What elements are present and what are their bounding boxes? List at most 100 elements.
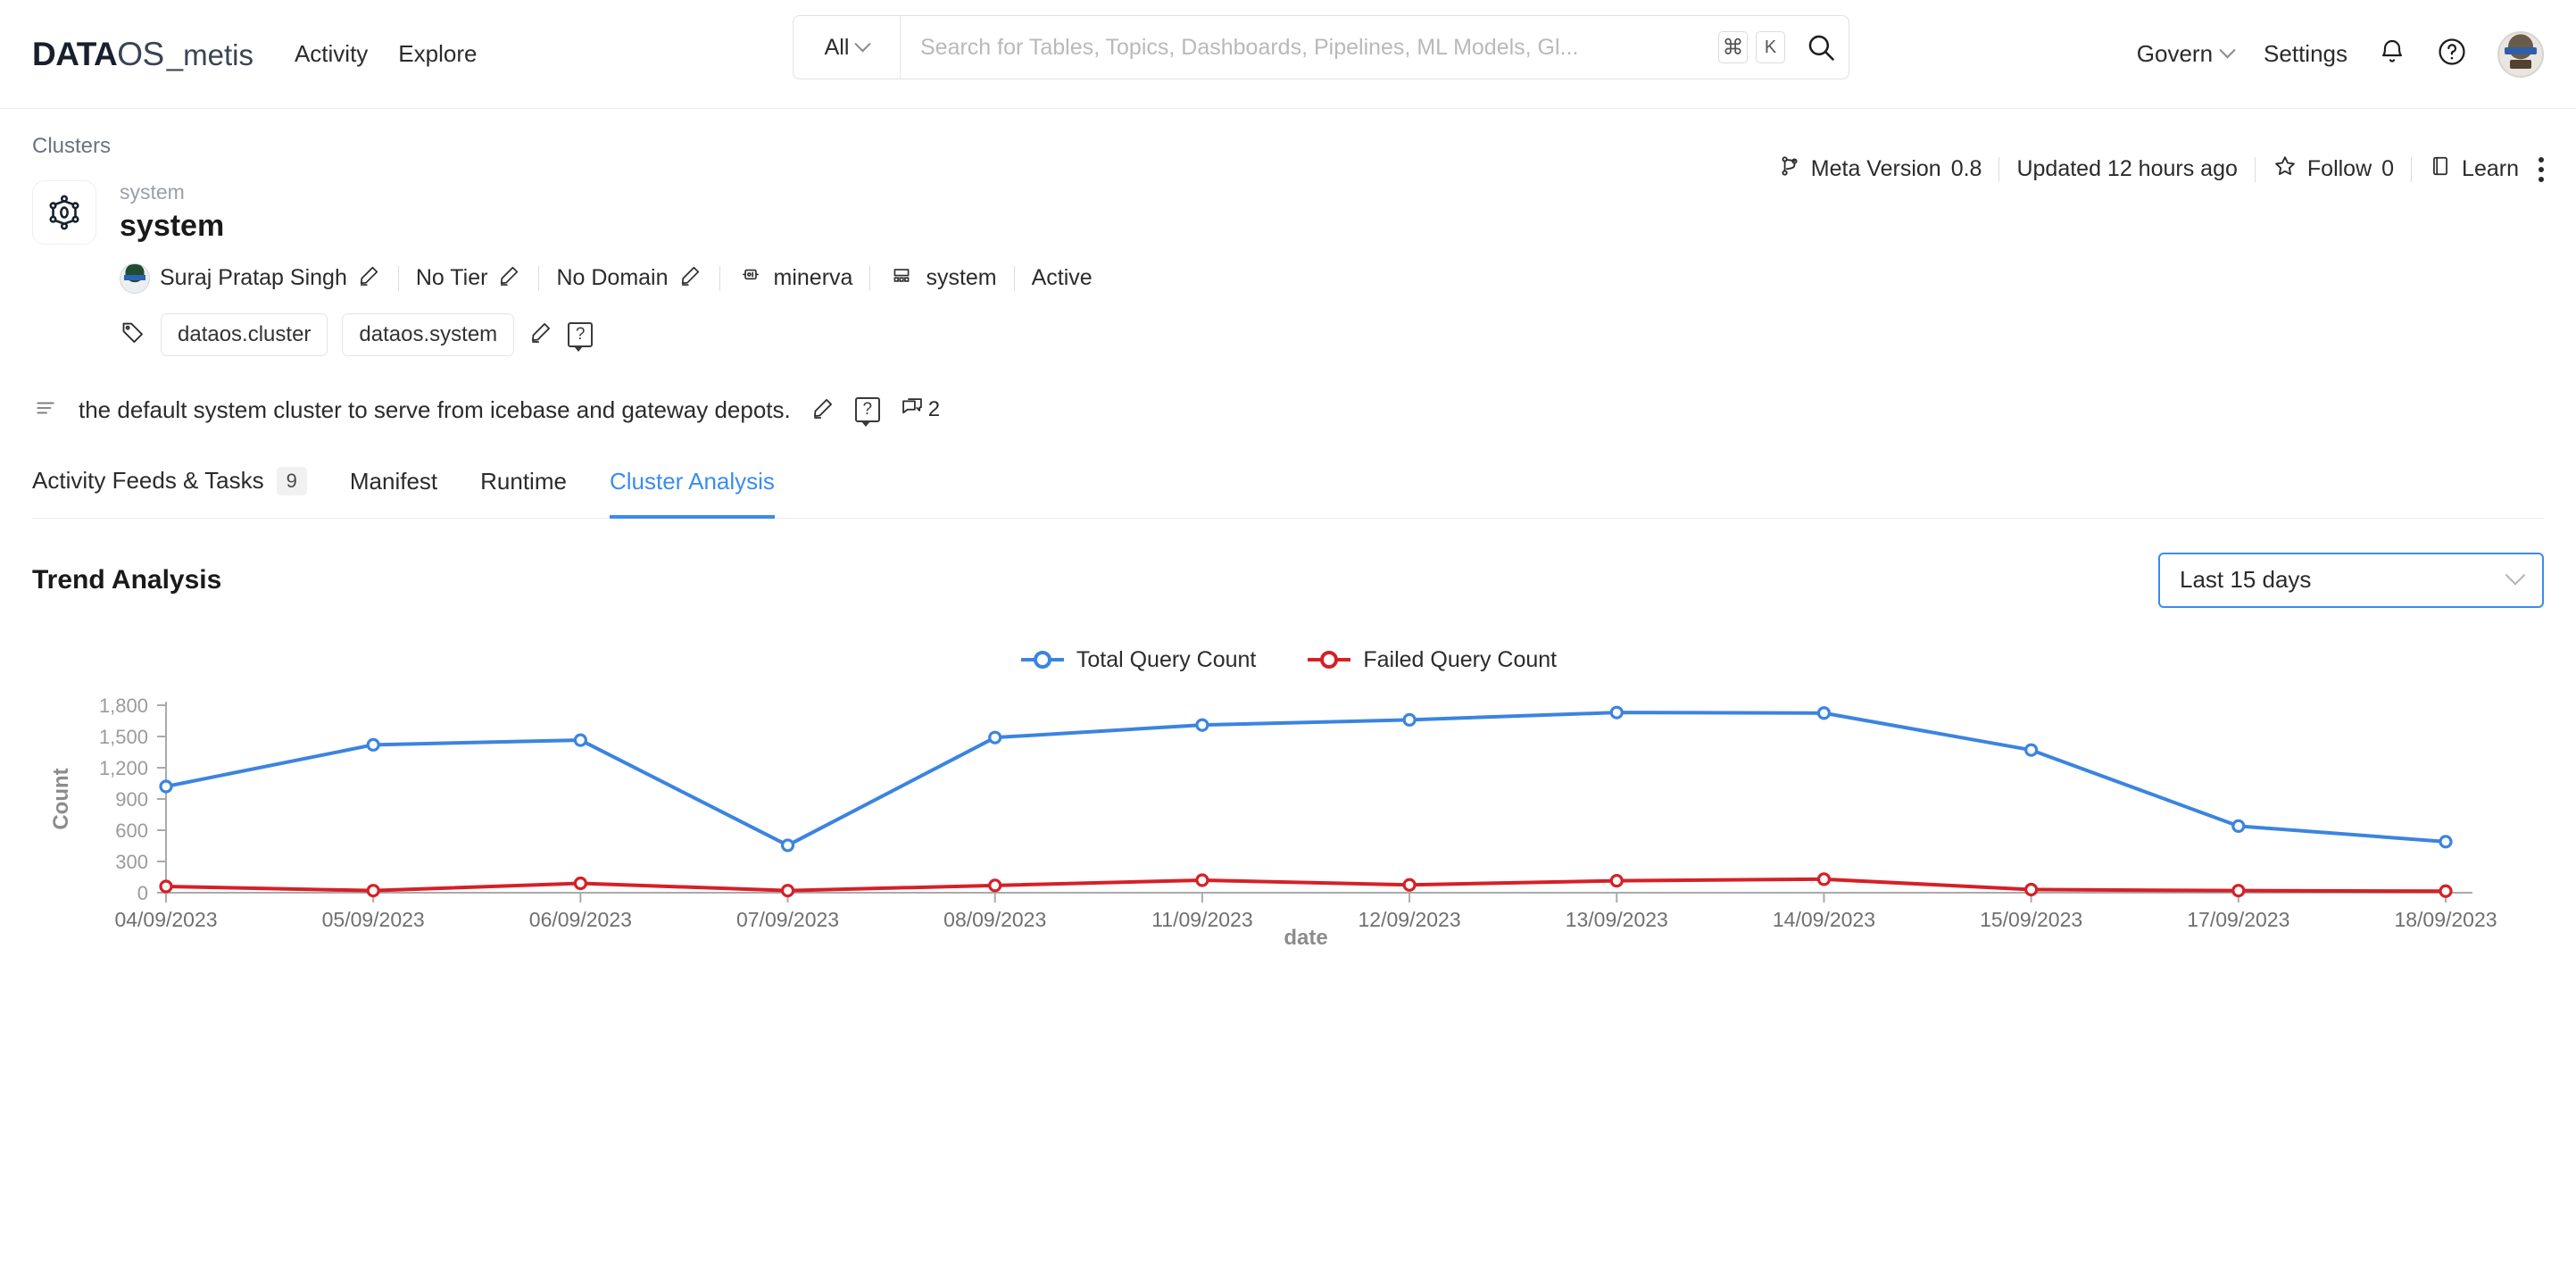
data-point[interactable] <box>2231 819 2246 833</box>
cluster-chip[interactable]: system <box>887 263 997 293</box>
tab-activity-feeds-tasks[interactable]: Activity Feeds & Tasks 9 <box>32 466 307 519</box>
data-point[interactable] <box>159 878 173 894</box>
comments-button[interactable]: 2 <box>900 395 940 425</box>
chevron-down-icon <box>2505 564 2526 586</box>
search-icon[interactable] <box>1793 16 1849 79</box>
tab-runtime[interactable]: Runtime <box>480 468 567 519</box>
date-range-select[interactable]: Last 15 days <box>2158 552 2544 608</box>
tab-badge: 9 <box>276 466 307 495</box>
owner-name: Suraj Pratap Singh <box>160 265 347 291</box>
series-line-failed-query-count <box>164 877 2447 893</box>
description-help-icon[interactable]: ? <box>854 397 880 428</box>
data-point[interactable] <box>1816 871 1832 886</box>
kbd-command-icon: ⌘ <box>1718 31 1748 63</box>
bell-icon[interactable] <box>2378 37 2406 71</box>
data-point[interactable] <box>988 878 1002 893</box>
data-point[interactable] <box>1609 873 1624 887</box>
data-point[interactable] <box>366 883 380 897</box>
data-point[interactable] <box>573 876 587 890</box>
data-point[interactable] <box>2024 882 2039 896</box>
y-axis-tick-label: 1,500 <box>99 726 148 748</box>
divider <box>2411 156 2413 182</box>
legend-item-failed-query-count[interactable]: Failed Query Count <box>1306 647 1557 673</box>
data-point[interactable] <box>2439 834 2453 849</box>
data-point[interactable] <box>2024 743 2039 757</box>
tab-manifest[interactable]: Manifest <box>350 468 437 519</box>
data-point[interactable] <box>366 737 380 752</box>
edit-tags-pencil-icon[interactable] <box>528 320 553 349</box>
app-logo[interactable]: DATA OS _metis <box>32 36 253 73</box>
search-scope-dropdown[interactable]: All <box>794 16 901 79</box>
divider <box>1013 265 1015 291</box>
data-point[interactable] <box>1609 705 1624 720</box>
nav-explore[interactable]: Explore <box>398 40 477 68</box>
tier-chip[interactable]: No Tier <box>416 263 522 294</box>
x-axis-tick-label: 12/09/2023 <box>1359 908 1461 931</box>
comment-icon <box>900 395 925 425</box>
govern-menu[interactable]: Govern <box>2137 40 2236 68</box>
logo-data-text: DATA <box>32 35 118 72</box>
y-axis-tick-label: 600 <box>115 820 148 842</box>
edit-domain-pencil-icon[interactable] <box>678 263 702 294</box>
entity-meta: system system Suraj Pratap Singh No Tier <box>120 180 1093 356</box>
x-axis-tick-label: 04/09/2023 <box>114 908 217 931</box>
data-point[interactable] <box>988 730 1002 745</box>
legend-label: Failed Query Count <box>1363 646 1558 672</box>
y-axis-tick-label: 1,800 <box>99 695 148 717</box>
series-line-total-query-count <box>164 710 2447 847</box>
data-point[interactable] <box>1195 718 1209 732</box>
data-point[interactable] <box>159 778 173 794</box>
follow-label: Follow <box>2306 156 2372 181</box>
data-point[interactable] <box>1816 705 1832 720</box>
data-point[interactable] <box>2231 883 2246 897</box>
tags-help-icon[interactable]: ? <box>568 321 594 352</box>
x-axis-tick-label: 14/09/2023 <box>1773 908 1875 931</box>
follow-button[interactable]: Follow 0 <box>2273 154 2394 185</box>
entity-header: system system Suraj Pratap Singh No Tier <box>32 180 2544 356</box>
help-circle-icon[interactable] <box>2437 37 2467 71</box>
meta-version-item[interactable]: Meta Version 0.8 <box>1778 154 1982 185</box>
service-icon <box>737 263 764 293</box>
edit-tier-pencil-icon[interactable] <box>497 263 521 294</box>
learn-button[interactable]: Learn <box>2429 154 2519 185</box>
data-point[interactable] <box>1402 712 1417 727</box>
status-badge: Active <box>1031 265 1093 291</box>
tab-label: Activity Feeds & Tasks <box>32 467 264 495</box>
logo-suffix-text: _metis <box>166 37 253 71</box>
data-point[interactable] <box>1195 872 1209 887</box>
data-point[interactable] <box>780 837 795 853</box>
follow-count: 0 <box>2381 156 2395 181</box>
y-axis-tick-label: 900 <box>115 788 148 811</box>
primary-nav-links: Activity Explore <box>295 40 478 68</box>
search-scope-label: All <box>824 34 850 60</box>
data-point[interactable] <box>780 883 795 897</box>
tag-icon <box>120 319 146 350</box>
settings-link[interactable]: Settings <box>2264 40 2347 68</box>
divider <box>538 265 540 291</box>
tag-chip[interactable]: dataos.system <box>342 312 515 356</box>
edit-description-pencil-icon[interactable] <box>810 395 835 425</box>
meta-version-value: 0.8 <box>1950 156 1982 181</box>
nav-activity[interactable]: Activity <box>295 40 368 68</box>
edit-owner-pencil-icon[interactable] <box>357 263 381 294</box>
tag-chip[interactable]: dataos.cluster <box>161 312 328 356</box>
y-axis-tick-label: 300 <box>115 851 148 873</box>
meta-version-label: Meta Version <box>1810 156 1941 181</box>
data-point[interactable] <box>573 733 587 747</box>
domain-chip[interactable]: No Domain <box>556 263 702 294</box>
updated-timestamp: Updated 12 hours ago <box>2016 156 2238 181</box>
learn-label: Learn <box>2462 156 2519 181</box>
divider <box>719 265 720 291</box>
more-options-menu[interactable] <box>2539 156 2544 182</box>
service-chip[interactable]: minerva <box>737 263 852 293</box>
data-point[interactable] <box>1402 878 1417 892</box>
search-input[interactable] <box>901 16 1718 79</box>
book-icon <box>2429 154 2452 185</box>
user-avatar[interactable] <box>2497 30 2544 78</box>
data-point[interactable] <box>2439 884 2453 898</box>
top-navigation-bar: DATA OS _metis Activity Explore All ⌘ K … <box>0 0 2576 109</box>
kbd-k-key: K <box>1756 31 1785 63</box>
tab-cluster-analysis[interactable]: Cluster Analysis <box>609 468 775 519</box>
owner-chip[interactable]: Suraj Pratap Singh <box>120 262 381 294</box>
legend-item-total-query-count[interactable]: Total Query Count <box>1019 647 1256 673</box>
